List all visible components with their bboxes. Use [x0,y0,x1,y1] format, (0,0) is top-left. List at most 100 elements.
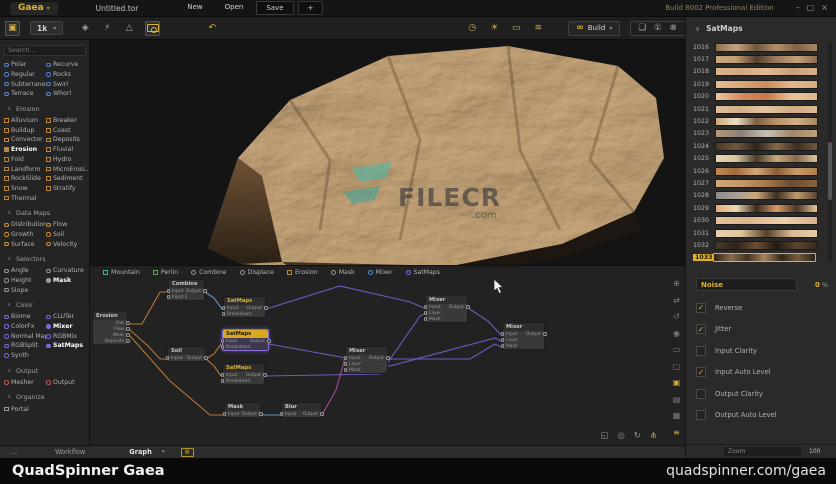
branch-icon[interactable]: ⋔ [650,431,657,441]
sidebar-item-stratify[interactable]: Stratify [46,184,88,194]
input-port[interactable] [222,312,226,316]
viewport-3d[interactable]: FILECR .com [90,40,685,265]
input-port[interactable] [221,373,225,377]
sidebar-item-cluter[interactable]: CLUTer [46,312,88,322]
section-header-data-maps[interactable]: ∨Data Maps [0,209,89,217]
input-port[interactable] [424,311,428,315]
new-button[interactable]: New [178,1,211,15]
input-port[interactable] [501,344,505,348]
swap-icon[interactable]: ⇄ [671,295,682,306]
satmap-row[interactable]: 1033 [693,252,836,264]
sidebar-item-thermal[interactable]: Thermal [4,193,46,203]
graph-node-erosion[interactable]: ErosionOutFlowWearDeposits [92,311,128,345]
section-header-output[interactable]: ∨Output [0,367,89,375]
marquee-select-icon[interactable]: ▣ [5,21,20,36]
sun-icon[interactable]: ☀ [488,22,500,34]
output-port[interactable] [126,321,130,325]
sidebar-item-angle[interactable]: Angle [4,266,46,276]
sidebar-item-portal[interactable]: Portal [4,404,46,414]
wand-icon[interactable]: ⚡ [101,22,113,34]
sidebar-item-colorfx[interactable]: ColorFx [4,322,46,332]
favorite-combine[interactable]: Combine [191,269,227,276]
favorite-perlin[interactable]: Perlin [153,269,178,276]
node-graph-panel[interactable]: MountainPerlinCombineDisplaceErosionMask… [90,265,685,445]
checkbox[interactable] [696,410,706,420]
input-port[interactable] [167,295,171,299]
input-port[interactable] [280,412,284,416]
satmap-row[interactable]: 1019 [693,78,836,90]
graph-node-blur[interactable]: BlurInputOutput [281,402,322,418]
sidebar-item-rockslide[interactable]: RockSlide [4,174,46,184]
satmap-row[interactable]: 1018 [693,66,836,78]
output-port[interactable] [126,327,130,331]
maximize-button[interactable]: ▢ [807,3,815,13]
sidebar-item-mask[interactable]: Mask [46,276,88,286]
output-port[interactable] [386,356,390,360]
sidebar-item-rgbsplit[interactable]: RGBSplit [4,341,46,351]
chevron-down-icon[interactable]: ▾ [162,449,165,455]
satmap-row[interactable]: 1030 [693,214,836,226]
section-header-selectors[interactable]: ∨Selectors [0,255,89,263]
graph-node-mixer-2[interactable]: MixerInputOutputLayerMask [345,346,388,374]
output-port[interactable] [263,373,267,377]
graph-node-soil[interactable]: SoilInputOutput [167,346,206,362]
sidebar-item-swirl[interactable]: Swirl [46,79,88,89]
satmap-row[interactable]: 1020 [693,91,836,103]
output-port[interactable] [466,305,470,309]
sidebar-item-output[interactable]: Output [46,378,88,388]
sidebar-item-buildup[interactable]: Buildup [4,125,46,135]
focus-icon[interactable]: ◉ [671,328,682,339]
sidebar-item-fold[interactable]: Fold [4,155,46,165]
input-port[interactable] [344,368,348,372]
output-port[interactable] [267,339,271,343]
satmap-row[interactable]: 1032 [693,239,836,251]
input-port[interactable] [223,412,227,416]
input-port[interactable] [501,332,505,336]
output-port[interactable] [264,306,268,310]
sidebar-item-curvature[interactable]: Curvature [46,266,88,276]
refresh-icon[interactable]: ↻ [634,431,641,441]
search-input[interactable] [4,45,86,56]
graph-node-mask[interactable]: MaskInputOutput [224,402,261,418]
output-port[interactable] [204,356,208,360]
input-port[interactable] [344,362,348,366]
sidebar-item-erosion[interactable]: Erosion [4,145,46,155]
checkbox-row-jitter[interactable]: ✓Jitter [696,324,828,334]
open-button[interactable]: Open [216,1,253,15]
favorite-mountain[interactable]: Mountain [103,269,140,276]
tab-workflow[interactable]: Workflow [55,448,85,456]
checkbox-row-reverse[interactable]: ✓Reverse [696,303,828,313]
input-port[interactable] [424,317,428,321]
checkbox-row-input-auto-level[interactable]: ✓Input Auto Level [696,367,828,377]
favorite-erosion[interactable]: Erosion [287,269,318,276]
panel-icon[interactable]: ▭ [671,344,682,355]
cancel-icon[interactable]: ⊗ [670,23,677,33]
input-port[interactable] [344,356,348,360]
sidebar-item-growth[interactable]: Growth [4,230,46,240]
minimize-button[interactable]: – [796,3,800,13]
favorite-satmaps[interactable]: SatMaps [406,269,440,276]
sidebar-item-deposits[interactable]: Deposits [46,135,88,145]
sidebar-item-fluvial[interactable]: Fluvial [46,145,88,155]
output-port[interactable] [203,289,207,293]
graph-node-combine[interactable]: CombineInputOutputInput 2 [168,279,205,301]
input-port[interactable] [221,339,225,343]
sidebar-item-surface[interactable]: Surface [4,239,46,249]
sidebar-item-microerosi[interactable]: MicroErosi... [46,164,88,174]
output-port[interactable] [259,412,263,416]
layout-icon[interactable]: ▤ [671,394,682,405]
checkbox[interactable]: ✓ [696,324,706,334]
graph-node-mixer-3[interactable]: MixerInputOutputLayerMask [502,322,545,350]
section-header-organize[interactable]: ∨Organize [0,393,89,401]
sidebar-item-hydro[interactable]: Hydro [46,155,88,165]
sidebar-item-mesher[interactable]: Mesher [4,378,46,388]
sidebar-item-velocity[interactable]: Velocity [46,239,88,249]
input-port[interactable] [424,305,428,309]
sidebar-item-height[interactable]: Height [4,276,46,286]
sidebar-item-biome[interactable]: Biome [4,312,46,322]
sidebar-item-terrace[interactable]: Terrace [4,89,46,99]
sidebar-item-slope[interactable]: Slope [4,285,46,295]
sidebar-item-coast[interactable]: Coast [46,125,88,135]
checkbox[interactable]: ✓ [696,303,706,313]
scrollbar-track[interactable] [828,42,832,262]
